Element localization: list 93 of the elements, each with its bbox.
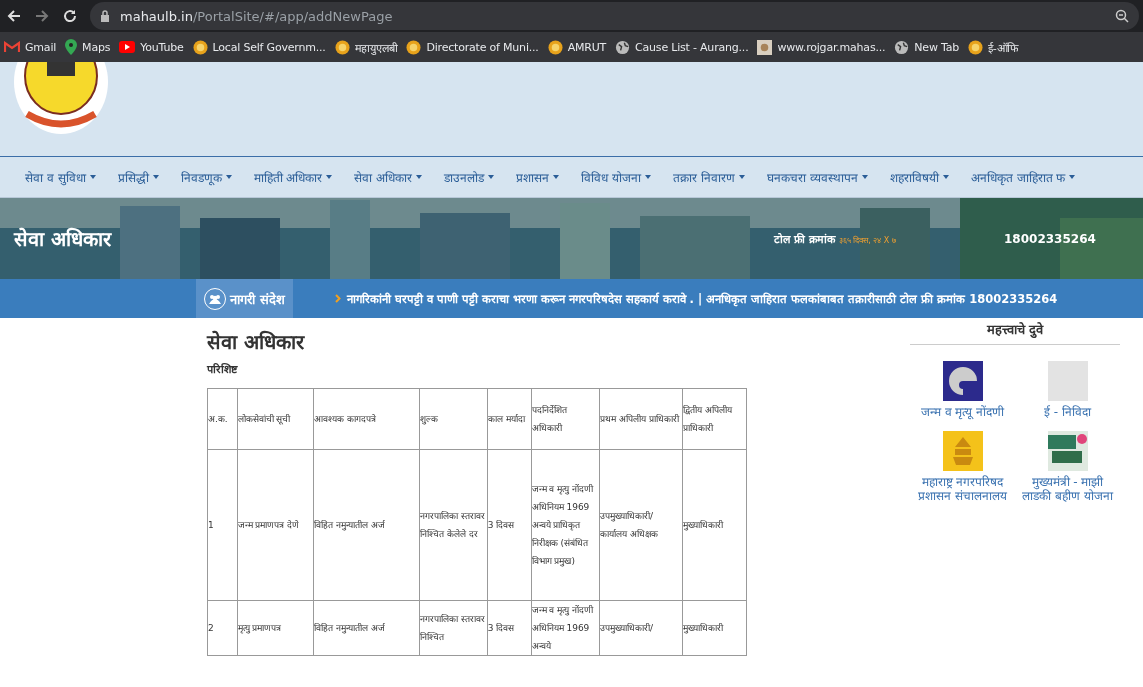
table-cell: उपमुख्याधिकारी/ कार्यालय अधिक्षक (599, 449, 683, 601)
table-cell: जन्म प्रमाणपत्र देणे (237, 449, 314, 601)
link-label[interactable]: मुख्यमंत्री - माझी लाडकी बहीण योजना (1017, 475, 1118, 503)
play-icon (119, 41, 136, 53)
nav-menu-item[interactable]: घनकचरा व्यवस्थापन (766, 168, 868, 186)
table-cell: विहित नमुन्यातील अर्ज (313, 600, 420, 656)
bookmark[interactable]: AMRUT (547, 39, 607, 55)
nav-menu-item[interactable]: निवडणूक (180, 168, 232, 186)
caret-icon (326, 175, 333, 179)
address-field[interactable]: mahaulb.in/PortalSite/#/app/addNewPage (90, 2, 1139, 30)
nav-menu-item[interactable]: सेवा अधिकार (354, 168, 423, 186)
caret-icon (416, 175, 423, 179)
map-pin-icon (65, 39, 78, 55)
table-cell: जन्म व मृत्यु नोंदणी अधिनियम 1969 अन्वये प्राधिकृत निरीक्षक (संबंधित विभाग प्रमुख) (531, 449, 600, 601)
bookmark[interactable]: www.rojgar.mahas... (757, 39, 886, 55)
poster-icon[interactable] (1047, 431, 1088, 471)
seal-icon (406, 39, 422, 55)
bookmark[interactable]: YouTube (119, 40, 184, 54)
notice-label: नागरी संदेश (196, 279, 293, 318)
caret-icon (488, 175, 495, 179)
notice-text: नागरिकांनी घरपट्टी व पाणी पट्टी कराचा भरणा करून नगरपरिषदेस सहकार्य करावे . | अनधिकृत जाहिरात फलकांबाबत तक्रारीसाठी टोल फ्री क्रमांक 18002335264 (346, 291, 1058, 306)
link-label[interactable]: ई - निविदा (1017, 405, 1118, 419)
column-header: लोकसेवांची सूची (237, 388, 314, 450)
swirl-logo-icon[interactable] (942, 361, 983, 401)
caret-icon (152, 175, 159, 179)
caret-icon (89, 175, 96, 179)
column-header: आवश्यक कागदपत्रे (313, 388, 420, 450)
toll-free-hours: ३६५ दिवस, २४ X ७ (838, 234, 896, 245)
nav-menu-item[interactable]: अनधिकृत जाहिरात फ (970, 168, 1076, 186)
back-icon[interactable] (6, 8, 22, 24)
table-cell: 2 (207, 600, 238, 656)
site-icon (757, 39, 773, 55)
bookmark[interactable]: महायुएलबी (334, 39, 398, 55)
forward-icon[interactable] (34, 8, 50, 24)
toll-free-label: टोल फ्री क्रमांक (774, 232, 835, 246)
table-cell: 3 दिवस (487, 449, 532, 601)
link-label[interactable]: महाराष्ट्र नगरपरिषद प्रशासन संचालनालय (912, 475, 1013, 503)
table-cell: नगरपालिका स्तरावर निश्चित केलेले दर (419, 449, 488, 601)
nav-menu-item[interactable]: प्रशासन (516, 168, 560, 186)
caret-icon (738, 175, 745, 179)
sidebar-title: महत्त्वाचे दुवे (910, 318, 1120, 345)
bookmark[interactable]: Gmail (4, 40, 57, 54)
table-cell: मुख्याधिकारी (682, 449, 747, 601)
caret-icon (553, 175, 560, 179)
nav-menu-item[interactable]: सेवा व सुविधा (25, 168, 96, 186)
nav-menu-item[interactable]: विविध योजना (581, 168, 652, 186)
table-cell: उपमुख्याधिकारी/ (599, 600, 683, 656)
caret-icon (942, 175, 949, 179)
column-header: शुल्क (419, 388, 488, 450)
seal-icon (192, 39, 208, 55)
seal-icon (334, 39, 350, 55)
table-cell: 3 दिवस (487, 600, 532, 656)
bookmark[interactable]: Maps (65, 39, 111, 55)
table-cell: जन्म व मृत्यु नोंदणी अधिनियम 1969 अन्वये (531, 600, 600, 656)
caret-icon (645, 175, 652, 179)
caret-icon (1069, 175, 1076, 179)
content-subtitle: परिशिष्ट (207, 362, 239, 376)
table-cell: 1 (207, 449, 238, 601)
column-header: प्रथम अपिलीय प्राधिकारी (599, 388, 683, 450)
zoom-icon[interactable] (1115, 9, 1129, 23)
bookmark[interactable]: ई-ऑफि (968, 39, 1019, 55)
seal-icon (968, 39, 984, 55)
globe-icon (615, 39, 631, 55)
column-header: पदनिर्देशित अधिकारी (531, 388, 600, 450)
bookmark[interactable]: Cause List - Aurang... (615, 39, 749, 55)
lock-icon (100, 10, 110, 22)
chevron-icon (334, 294, 341, 303)
caret-icon (225, 175, 232, 179)
seal-icon (547, 39, 563, 55)
caret-icon (861, 175, 868, 179)
nav-menu-item[interactable]: डाउनलोड (444, 168, 495, 186)
table-cell: मुख्याधिकारी (682, 600, 747, 656)
nav-menu-item[interactable]: प्रसिद्धी (117, 168, 159, 186)
mail-icon (4, 41, 20, 53)
column-header: काल मर्यादा (487, 388, 532, 450)
table-cell: मृत्यु प्रमाणपत्र (237, 600, 314, 656)
bookmark[interactable]: New Tab (894, 39, 960, 55)
bookmark[interactable]: Directorate of Muni... (406, 39, 539, 55)
link-label[interactable]: जन्म व मृत्यू नोंदणी (912, 405, 1013, 419)
content-title: सेवा अधिकार (207, 329, 306, 355)
nav-menu-item[interactable]: माहिती अधिकार (253, 168, 333, 186)
globe-icon (894, 39, 910, 55)
nav-menu-item[interactable]: शहराविषयी (889, 168, 949, 186)
nav-menu-item[interactable]: तक्रार निवारण (673, 168, 745, 186)
emblem-icon[interactable] (942, 431, 983, 471)
reload-icon[interactable] (62, 8, 78, 24)
toll-free-number: 18002335264 (1004, 231, 1096, 246)
table-cell: विहित नमुन्यातील अर्ज (313, 449, 420, 601)
table-cell: नगरपालिका स्तरावर निश्चित (419, 600, 488, 656)
bookmark[interactable]: Local Self Governm... (192, 39, 326, 55)
column-header: अ.क. (207, 388, 238, 450)
column-header: द्वितीय अपिलीय प्राधिकारी (682, 388, 747, 450)
page-banner-title: सेवा अधिकार (14, 226, 113, 252)
